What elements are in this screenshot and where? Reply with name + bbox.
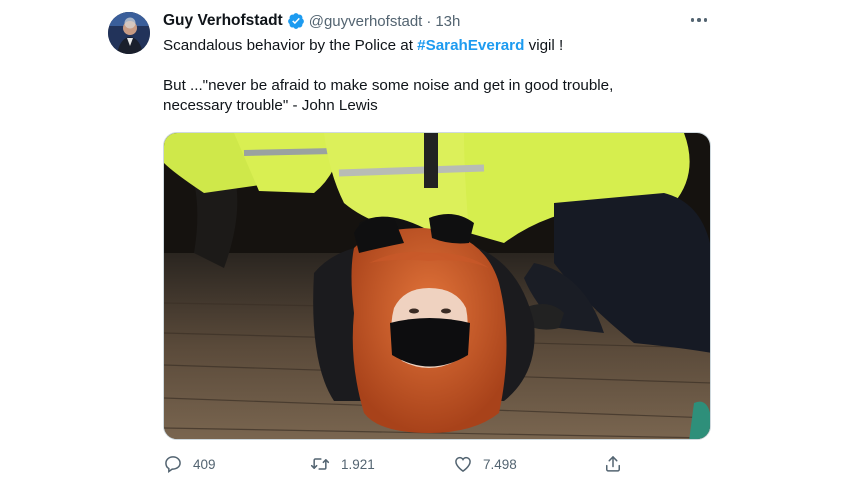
retweet-count: 1.921 <box>341 456 375 472</box>
avatar[interactable] <box>108 12 150 54</box>
hashtag-link[interactable]: #SarahEverard <box>417 37 524 54</box>
tweet-text-line-1: Scandalous behavior by the Police at #Sa… <box>163 36 703 56</box>
tweet-timestamp[interactable]: 13h <box>435 13 460 30</box>
text-segment: Scandalous behavior by the Police at <box>163 37 418 54</box>
more-options-icon[interactable] <box>686 12 712 28</box>
tweet-text-line-3: necessary trouble" - John Lewis <box>163 97 378 114</box>
tweet-photo[interactable] <box>163 132 711 440</box>
reply-button[interactable]: 409 <box>163 452 216 476</box>
heart-icon <box>455 456 471 472</box>
like-button[interactable]: 7.498 <box>453 452 517 476</box>
share-button[interactable] <box>603 452 623 476</box>
reply-count: 409 <box>193 456 216 472</box>
reply-icon <box>165 456 181 473</box>
tweet-actions: 409 1.921 7.498 <box>163 452 633 476</box>
retweet-button[interactable]: 1.921 <box>309 452 375 476</box>
separator-dot: · <box>426 12 432 30</box>
verified-badge-icon <box>287 13 304 29</box>
text-segment: vigil ! <box>524 37 564 54</box>
tweet-text-line-2: But ..."never be afraid to make some noi… <box>163 77 614 94</box>
author-name[interactable]: Guy Verhofstadt <box>163 12 283 30</box>
tweet[interactable]: Guy Verhofstadt @guyverhofstadt · 13h Sc… <box>0 0 854 480</box>
tweet-header: Guy Verhofstadt @guyverhofstadt · 13h <box>163 10 460 32</box>
retweet-icon <box>310 458 330 470</box>
like-count: 7.498 <box>483 456 517 472</box>
tweet-text: Scandalous behavior by the Police at #Sa… <box>163 36 703 116</box>
author-handle[interactable]: @guyverhofstadt <box>309 13 423 30</box>
share-icon <box>606 456 620 472</box>
